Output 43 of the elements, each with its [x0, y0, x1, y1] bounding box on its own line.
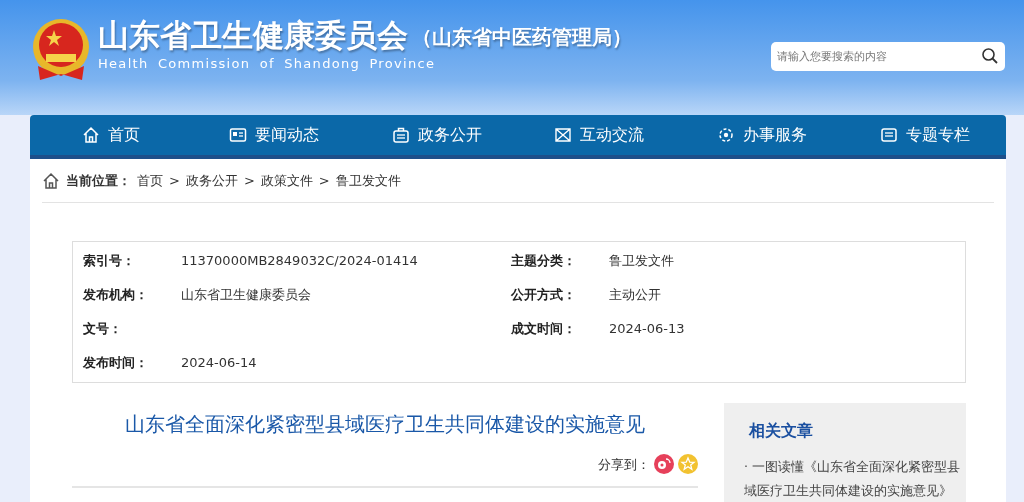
- share-label: 分享到：: [598, 455, 650, 474]
- search-icon[interactable]: [981, 47, 999, 65]
- nav-link[interactable]: 办事服务: [680, 115, 844, 155]
- breadcrumb-separator: >: [169, 171, 180, 190]
- site-subtitle: （山东省中医药管理局）: [412, 24, 632, 52]
- briefcase-icon: [391, 126, 410, 144]
- breadcrumb-label: 当前位置：: [66, 171, 131, 190]
- field-label: 公开方式：: [511, 286, 577, 304]
- field-value: 主动公开: [609, 286, 662, 304]
- field-value: 2024-06-14: [181, 354, 258, 372]
- site-english-name: Health Commission of Shandong Province: [98, 55, 437, 74]
- list-icon: [879, 126, 898, 144]
- breadcrumb-link[interactable]: 首页: [137, 170, 163, 191]
- home-icon: [82, 126, 101, 144]
- home-icon: [42, 171, 60, 190]
- breadcrumb-link[interactable]: 鲁卫发文件: [335, 170, 401, 191]
- related-article-link[interactable]: · 一图读懂《山东省全面深化紧密型县域医疗卫生共同体建设的实施意见》: [744, 455, 960, 502]
- nav-link[interactable]: 政务公开: [355, 115, 518, 155]
- breadcrumb-separator: >: [243, 171, 255, 190]
- field-value: 山东省卫生健康委员会: [181, 286, 312, 304]
- nav-link[interactable]: 首页: [30, 115, 193, 155]
- field-label: 发布时间：: [83, 354, 149, 372]
- field-label: 发布机构：: [83, 286, 149, 304]
- nav-link[interactable]: 专题专栏: [843, 115, 1007, 155]
- nav-link[interactable]: 互动交流: [518, 115, 681, 155]
- field-label: 主题分类：: [511, 252, 577, 270]
- field-label: 索引号：: [83, 252, 136, 270]
- field-label: 成文时间：: [511, 320, 577, 338]
- share-star-button[interactable]: [678, 454, 698, 475]
- field-value: 11370000MB2849032C/2024-01414: [181, 252, 419, 270]
- breadcrumb-link[interactable]: 政务公开: [185, 170, 238, 191]
- sidebar-title: 相关文章: [749, 420, 814, 442]
- newspaper-icon: [229, 126, 247, 144]
- site-title: 山东省卫生健康委员会: [98, 18, 408, 53]
- article-title: 山东省全面深化紧密型县域医疗卫生共同体建设的实施意见: [124, 413, 646, 437]
- field-label: 文号：: [83, 320, 123, 338]
- envelope-icon: [554, 126, 573, 144]
- field-value: 2024-06-13: [609, 320, 686, 338]
- field-value: 鲁卫发文件: [609, 252, 675, 270]
- breadcrumb-separator: >: [318, 171, 330, 190]
- breadcrumb-link[interactable]: 政策文件: [260, 170, 313, 191]
- search-field[interactable]: 请输入您要搜索的内容: [771, 42, 1005, 71]
- nav-link[interactable]: 要闻动态: [192, 115, 356, 155]
